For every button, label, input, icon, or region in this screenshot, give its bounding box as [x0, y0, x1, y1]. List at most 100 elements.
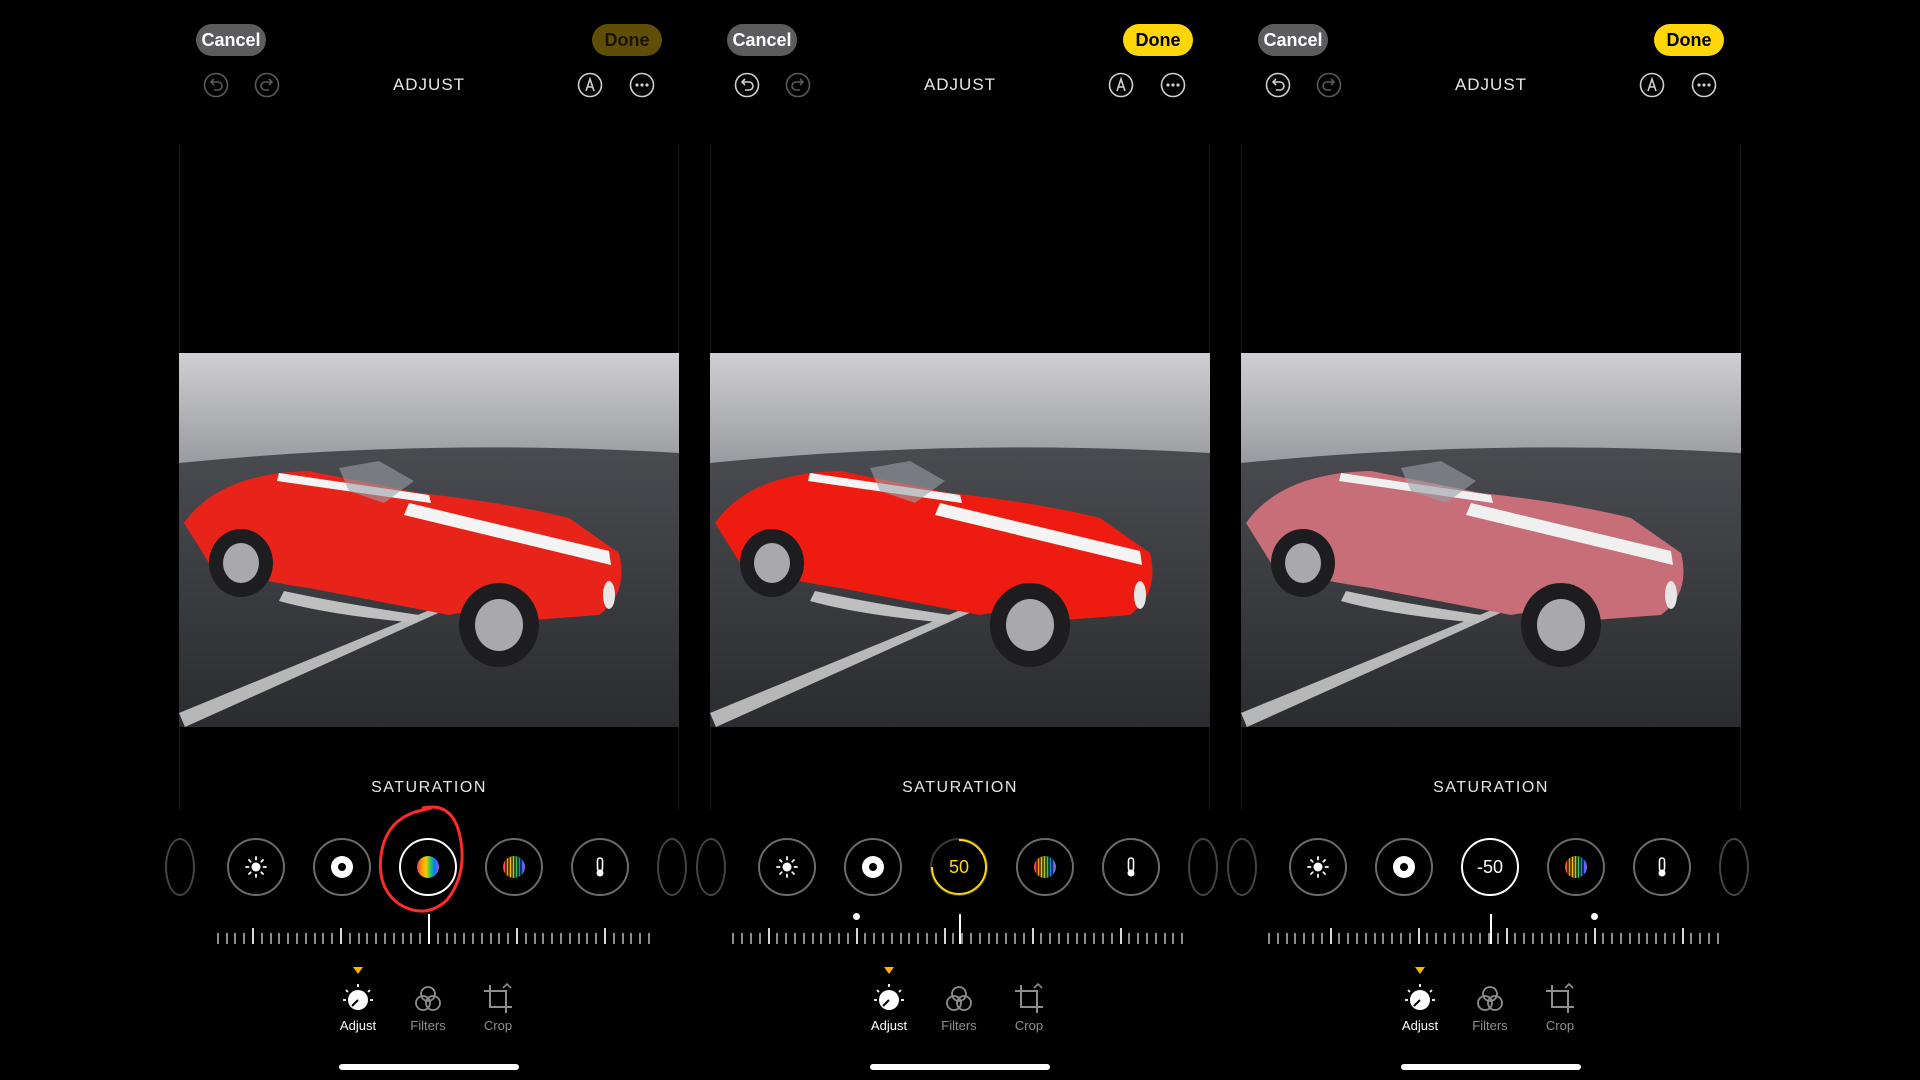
slider-tick [225, 933, 228, 944]
warmth-tool[interactable] [571, 838, 629, 896]
warmth-tool[interactable] [1102, 838, 1160, 896]
slider-tick [1049, 933, 1052, 944]
done-button[interactable]: Done [592, 24, 662, 56]
brightness-tool[interactable] [758, 838, 816, 896]
undo-icon[interactable] [1265, 72, 1291, 98]
more-options-icon[interactable] [1691, 72, 1717, 98]
brightness-tool[interactable] [227, 838, 285, 896]
cancel-button[interactable]: Cancel [727, 24, 797, 56]
slider-center-indicator [959, 914, 961, 944]
slider-tick [1575, 933, 1578, 944]
slider-tick [802, 933, 805, 944]
saturation-slider[interactable] [730, 913, 1190, 944]
slider-tick [925, 933, 928, 944]
tab-filters[interactable]: Filters [929, 982, 989, 1033]
vibrance-tool[interactable] [485, 838, 543, 896]
slider-tick [978, 933, 981, 944]
redo-icon[interactable] [785, 72, 811, 98]
slider-tick [278, 933, 281, 944]
redo-icon[interactable] [1316, 72, 1342, 98]
saturation-tool[interactable]: -50 [1461, 838, 1519, 896]
tab-adjust-label: Adjust [339, 1018, 377, 1033]
warmth-icon [1127, 857, 1135, 877]
slider-tick [1681, 928, 1684, 944]
tab-crop-label: Crop [1014, 1018, 1044, 1033]
slider-tick [1294, 933, 1297, 944]
slider-zero-marker [853, 913, 860, 920]
slider-tick [987, 933, 990, 944]
undo-icon[interactable] [203, 72, 229, 98]
slider-tick [507, 933, 510, 944]
undo-icon[interactable] [734, 72, 760, 98]
slider-tick [1093, 933, 1096, 944]
black-point-tool[interactable] [1375, 838, 1433, 896]
slider-tick [961, 933, 964, 944]
tab-crop-label: Crop [483, 1018, 513, 1033]
tool-edge-right[interactable] [1188, 838, 1218, 896]
slider-tick [1558, 933, 1561, 944]
cancel-button[interactable]: Cancel [1258, 24, 1328, 56]
black-point-tool[interactable] [844, 838, 902, 896]
slider-tick [1057, 933, 1060, 944]
markup-pen-icon[interactable] [577, 72, 603, 98]
tool-edge-left[interactable] [696, 838, 726, 896]
slider-tick [1110, 933, 1113, 944]
black-point-tool[interactable] [313, 838, 371, 896]
slider-tick [1452, 933, 1455, 944]
warmth-tool[interactable] [1633, 838, 1691, 896]
markup-pen-icon[interactable] [1639, 72, 1665, 98]
slider-tick [322, 933, 325, 944]
saturation-slider[interactable] [1261, 913, 1721, 944]
tab-adjust[interactable]: Adjust [328, 982, 388, 1033]
slider-center-indicator [428, 914, 430, 944]
adjust-dial-icon [874, 984, 904, 1010]
tool-edge-right[interactable] [657, 838, 687, 896]
cancel-button[interactable]: Cancel [196, 24, 266, 56]
tool-edge-left[interactable] [165, 838, 195, 896]
done-button[interactable]: Done [1123, 24, 1193, 56]
slider-tick [1628, 933, 1631, 944]
tab-filters[interactable]: Filters [1460, 982, 1520, 1033]
slider-tick [560, 933, 562, 944]
markup-pen-icon[interactable] [1108, 72, 1134, 98]
slider-tick [1320, 933, 1323, 944]
slider-tick [1040, 933, 1043, 944]
slider-tick [1602, 933, 1605, 944]
slider-tick [639, 933, 642, 944]
selected-tab-indicator [884, 967, 894, 974]
slider-tick [375, 933, 378, 944]
saturation-tool[interactable]: 50 [930, 838, 988, 896]
slider-tick [524, 933, 527, 944]
saturation-slider[interactable] [209, 914, 650, 944]
slider-tick [1172, 933, 1175, 944]
slider-tick [767, 928, 770, 944]
slider-tick [1022, 933, 1025, 944]
redo-icon[interactable] [254, 72, 280, 98]
tab-adjust[interactable]: Adjust [1390, 982, 1450, 1033]
brightness-tool[interactable] [1289, 838, 1347, 896]
vibrance-tool[interactable] [1547, 838, 1605, 896]
slider-tick [1391, 933, 1394, 944]
slider-tick [216, 933, 219, 944]
slider-tick [287, 933, 290, 944]
vibrance-tool[interactable] [1016, 838, 1074, 896]
tab-filters[interactable]: Filters [398, 982, 458, 1033]
tab-adjust[interactable]: Adjust [859, 982, 919, 1033]
black-point-icon [331, 856, 353, 878]
page-title: ADJUST [923, 75, 997, 94]
tab-crop[interactable]: Crop [1530, 982, 1590, 1033]
tool-edge-left[interactable] [1227, 838, 1257, 896]
slider-tick [890, 933, 893, 944]
slider-tick [820, 933, 823, 944]
more-options-icon[interactable] [1160, 72, 1186, 98]
slider-tick [1181, 933, 1184, 944]
more-options-icon[interactable] [629, 72, 655, 98]
tab-crop[interactable]: Crop [468, 982, 528, 1033]
slider-tick [846, 933, 849, 944]
slider-tick [489, 933, 492, 944]
tool-edge-right[interactable] [1719, 838, 1749, 896]
slider-tick [1267, 933, 1270, 944]
tab-crop[interactable]: Crop [999, 982, 1059, 1033]
done-button[interactable]: Done [1654, 24, 1724, 56]
slider-tick [969, 933, 972, 944]
